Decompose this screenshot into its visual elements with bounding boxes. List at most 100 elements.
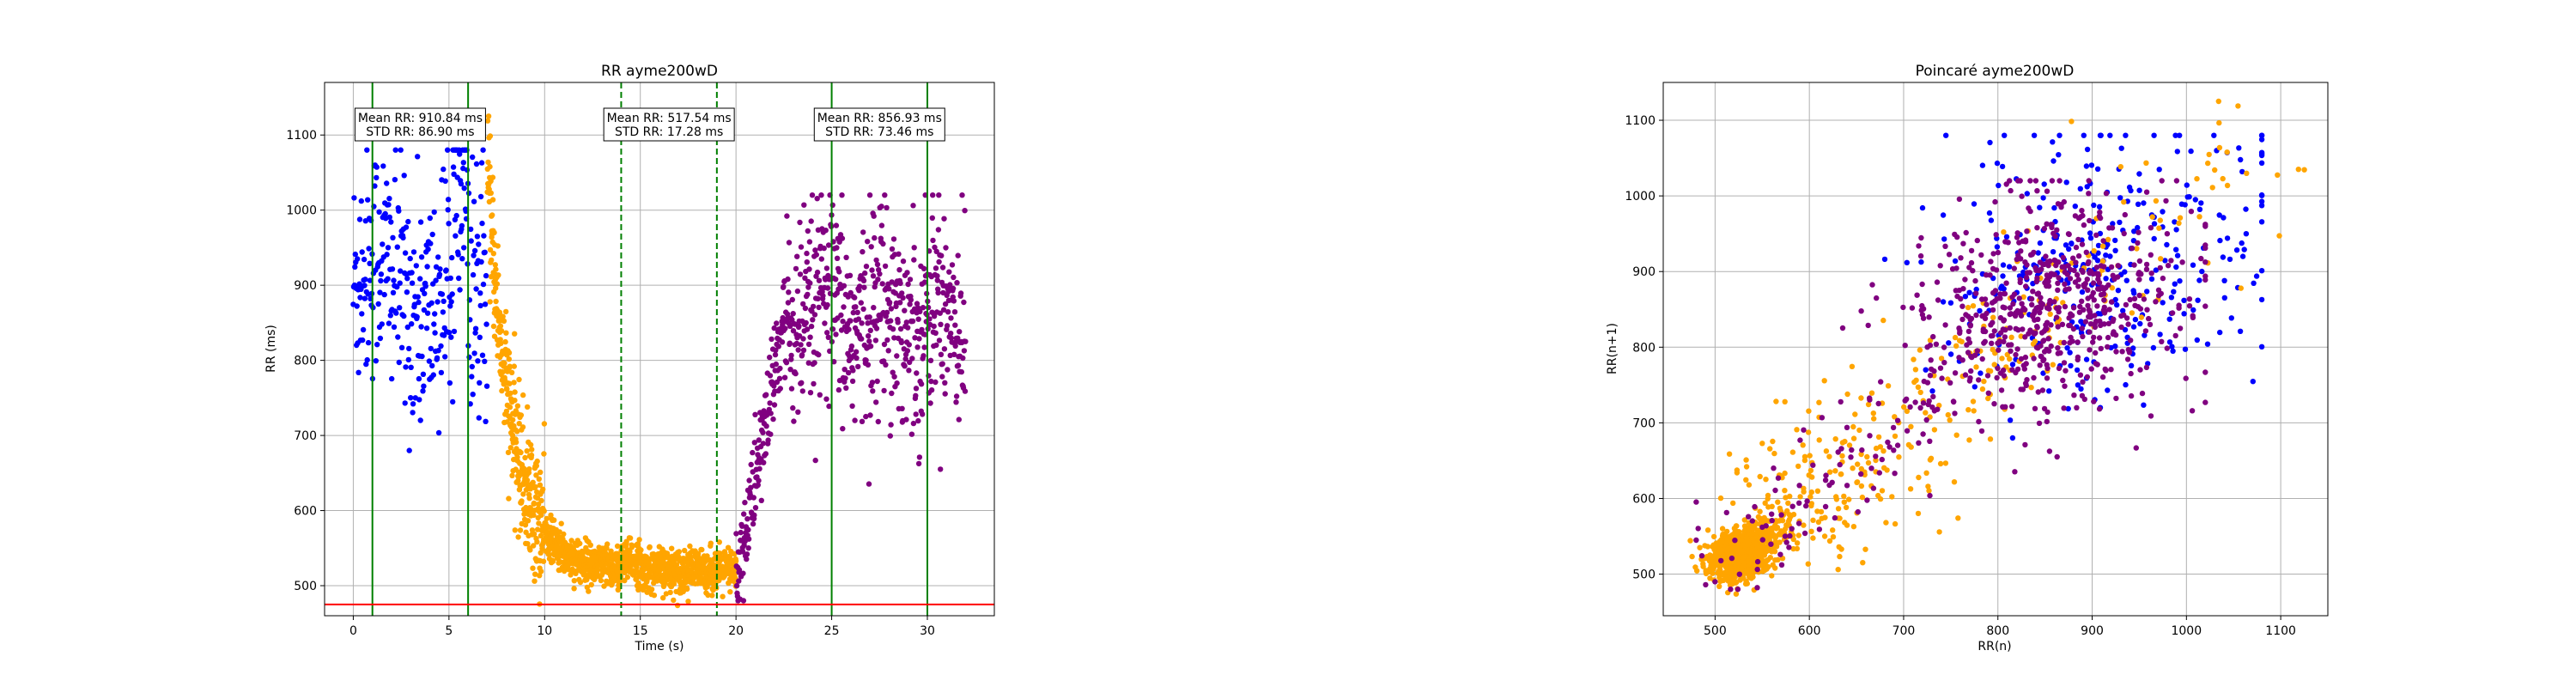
poincare-point [1911, 356, 1917, 362]
poincare-point [1909, 305, 1916, 311]
poincare-point [2251, 280, 2257, 286]
rr-point [787, 340, 793, 346]
poincare-point [1941, 360, 1947, 366]
poincare-point [1959, 357, 1965, 363]
rr-point [900, 295, 906, 301]
poincare-point [1967, 322, 1974, 328]
poincare-point [1865, 401, 1872, 408]
poincare-point [2096, 335, 2103, 341]
rr-point [532, 578, 538, 584]
poincare-point [2047, 311, 2053, 317]
rr-point [491, 229, 497, 236]
poincare-point [2086, 191, 2092, 197]
rr-point [782, 325, 788, 331]
rr-point [428, 345, 434, 352]
rr-point [817, 392, 823, 398]
rr-point [929, 215, 936, 221]
poincare-point [1777, 505, 1783, 512]
poincare-point [2050, 230, 2057, 236]
rr-point [771, 402, 778, 408]
poincare-point [2034, 291, 2040, 297]
poincare-point [2112, 247, 2118, 253]
rr-point [499, 387, 505, 394]
poincare-point [2173, 264, 2179, 271]
rr-point [906, 342, 913, 348]
poincare-point [2117, 195, 2123, 201]
rr-point [746, 477, 752, 483]
poincare-point [2050, 271, 2057, 277]
rr-point [790, 311, 796, 317]
rr-stats-std: STD RR: 17.28 ms [615, 125, 723, 139]
rr-point [909, 318, 916, 325]
poincare-point [1746, 514, 1752, 520]
poincare-point [1728, 587, 1734, 593]
rr-point [878, 222, 885, 228]
poincare-point [1959, 303, 1965, 309]
rr-point [824, 330, 830, 336]
poincare-point [2137, 306, 2144, 312]
poincare-point [2099, 243, 2106, 249]
rr-point [390, 234, 396, 240]
poincare-point [1726, 451, 1733, 457]
poincare-point [1894, 442, 1901, 448]
poincare-point [2088, 313, 2094, 319]
rr-points [350, 113, 969, 609]
poincare-point [2143, 189, 2150, 195]
rr-point [525, 404, 531, 410]
rr-point [528, 452, 535, 459]
poincare-point [1801, 427, 1807, 433]
rr-x-tick-label: 30 [920, 624, 935, 638]
poincare-point [1928, 357, 1934, 363]
poincare-point [1710, 533, 1717, 540]
poincare-point [1859, 447, 1865, 453]
poincare-point [2040, 195, 2046, 201]
poincare-point [1767, 446, 1773, 452]
rr-point [874, 378, 880, 385]
poincare-point [2301, 167, 2307, 173]
rr-point [840, 319, 846, 325]
rr-time-series-panel: RR ayme200wD Mean RR: 910.84 msSTD RR: 8… [264, 63, 995, 654]
poincare-point [2063, 179, 2069, 185]
rr-point [900, 258, 907, 264]
poincare-point [2103, 191, 2110, 197]
poincare-point [1759, 441, 1765, 447]
poincare-point [2217, 237, 2223, 244]
rr-point [839, 192, 845, 198]
poincare-point [2036, 420, 2043, 427]
rr-point [941, 216, 947, 222]
poincare-point [2121, 312, 2127, 319]
poincare-point [2212, 167, 2218, 173]
rr-point [386, 214, 392, 221]
rr-point [861, 284, 867, 290]
rr-point [794, 253, 800, 259]
poincare-point [2171, 289, 2177, 295]
poincare-point [2049, 222, 2055, 228]
rr-point [449, 291, 455, 297]
rr-point [783, 360, 790, 366]
poincare-point [1735, 587, 1741, 593]
rr-point [490, 251, 496, 257]
rr-point [447, 380, 453, 386]
poincare-point [1937, 365, 1944, 371]
poincare-point [2038, 330, 2045, 336]
poincare-point [2135, 240, 2141, 246]
rr-point [388, 219, 394, 225]
poincare-point [2041, 349, 2048, 355]
poincare-point [1978, 370, 1984, 376]
rr-point [913, 411, 919, 417]
rr-point [933, 330, 939, 336]
rr-point [808, 323, 815, 330]
poincare-y-axis-label: RR(n+1) [1606, 323, 1619, 374]
rr-point [913, 392, 919, 398]
poincare-point [1746, 482, 1753, 488]
poincare-point [1856, 427, 1862, 434]
rr-point [856, 283, 863, 289]
poincare-point [1885, 383, 1892, 389]
rr-point [794, 288, 801, 295]
poincare-point [2136, 258, 2143, 264]
poincare-point [2041, 181, 2047, 187]
rr-point [916, 454, 923, 460]
rr-point [534, 458, 540, 465]
rr-point [763, 392, 769, 398]
rr-point [908, 431, 915, 437]
